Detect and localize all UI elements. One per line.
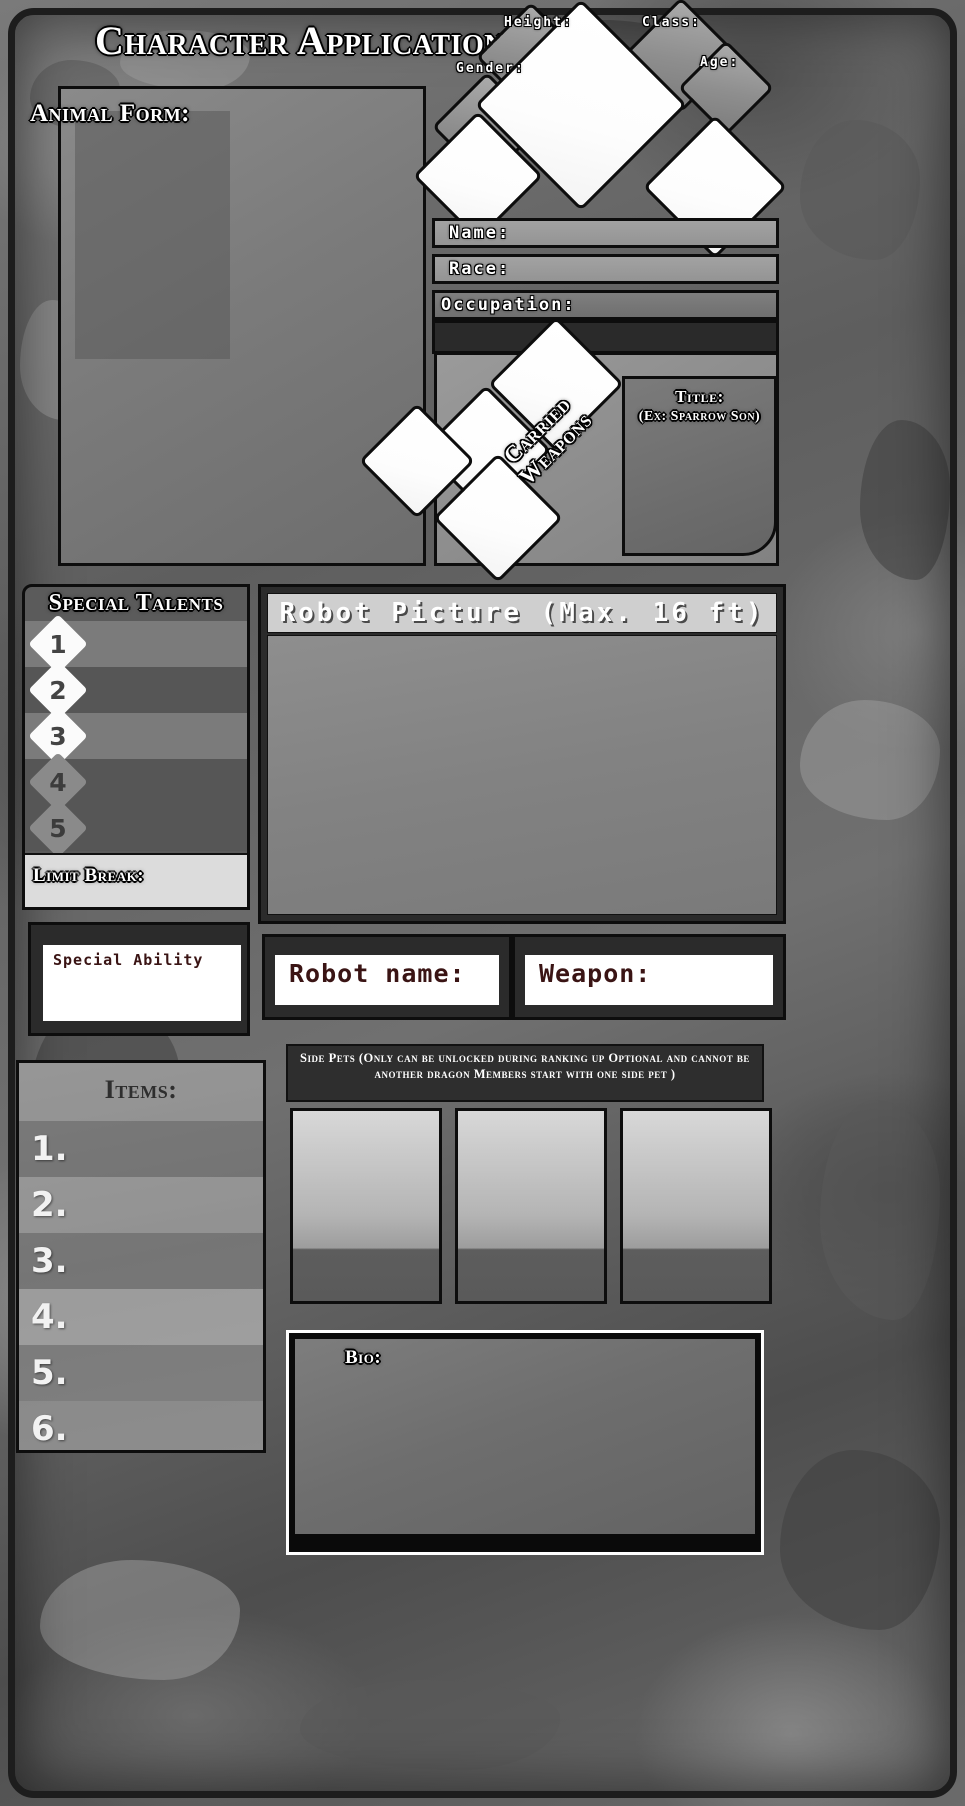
talent-number-5: 5 [28,798,88,858]
bio-label: Bio: [345,1347,382,1368]
special-ability-label: Special Ability [53,951,204,969]
weapon-label: Weapon: [539,959,652,988]
item-row[interactable]: 5. [19,1345,263,1401]
robot-picture-panel: Robot Picture (Max. 16 ft) [258,584,786,924]
title-tag-box[interactable]: Title: (Ex: Sparrow Son) [622,376,777,556]
side-pet-slot-1[interactable] [290,1108,442,1304]
name-label: Name: [449,223,511,243]
talent-row[interactable]: 1 [25,614,247,674]
item-number-1: 1. [31,1129,68,1169]
name-field[interactable]: Name: [432,218,779,248]
item-row[interactable]: 3. [19,1233,263,1289]
item-row[interactable]: 2. [19,1177,263,1233]
page-title: Character Application [94,18,505,63]
special-ability-input[interactable]: Special Ability [43,945,241,1021]
animal-form-box[interactable] [58,86,426,566]
race-label: Race: [449,259,511,279]
robot-picture-header-label: Robot Picture (Max. 16 ft) [279,598,765,628]
bio-input[interactable]: Bio: [295,1339,755,1534]
item-row[interactable]: 4. [19,1289,263,1345]
bio-box[interactable]: Bio: [286,1330,764,1555]
robot-picture-canvas[interactable] [267,635,777,915]
talent-row[interactable]: 5 [25,798,247,858]
stat-label-gender: Gender: [456,61,525,76]
occupation-field[interactable]: Occupation: [432,290,779,320]
item-row[interactable]: 6. [19,1401,263,1450]
item-number-6: 6. [31,1409,68,1449]
animal-form-label: Animal Form: [30,100,190,127]
special-ability-box[interactable]: Special Ability [28,922,250,1036]
limit-break-label: Limit Break: [33,865,145,886]
title-tag-label: Title: [675,387,724,406]
weapon-input[interactable]: Weapon: [525,955,773,1005]
talent-row[interactable]: 3 [25,706,247,766]
item-number-3: 3. [31,1241,68,1281]
items-header: Items: [19,1063,263,1121]
occupation-value-area[interactable] [432,320,779,354]
limit-break-field[interactable]: Limit Break: [25,853,247,907]
talent-row[interactable]: 4 [25,752,247,812]
side-pets-caption: Side Pets (Only can be unlocked during r… [286,1044,764,1102]
stat-label-class: Class: [642,15,701,30]
item-number-2: 2. [31,1185,68,1225]
robot-name-box: Robot name: [262,934,512,1020]
race-field[interactable]: Race: [432,254,779,284]
item-number-4: 4. [31,1297,68,1337]
special-talents-panel: Special Talents 1 2 3 4 5 Limit Break: [22,584,250,910]
side-pet-slot-2[interactable] [455,1108,607,1304]
animal-form-shadow [75,111,230,359]
item-number-5: 5. [31,1353,68,1393]
robot-name-label: Robot name: [289,959,466,988]
character-application-sheet: Character Application Animal Form: Heigh… [0,0,965,1806]
weapon-box: Weapon: [512,934,786,1020]
stat-label-age: Age: [700,55,740,70]
items-panel: Items: 1. 2. 3. 4. 5. 6. [16,1060,266,1453]
robot-picture-header-bar: Robot Picture (Max. 16 ft) [267,593,777,633]
side-pet-slot-3[interactable] [620,1108,772,1304]
robot-name-input[interactable]: Robot name: [275,955,499,1005]
stat-label-height: Height: [504,15,573,30]
talent-row[interactable]: 2 [25,660,247,720]
title-tag-example: (Ex: Sparrow Son) [638,409,761,424]
occupation-label: Occupation: [441,295,576,315]
item-row[interactable]: 1. [19,1121,263,1177]
